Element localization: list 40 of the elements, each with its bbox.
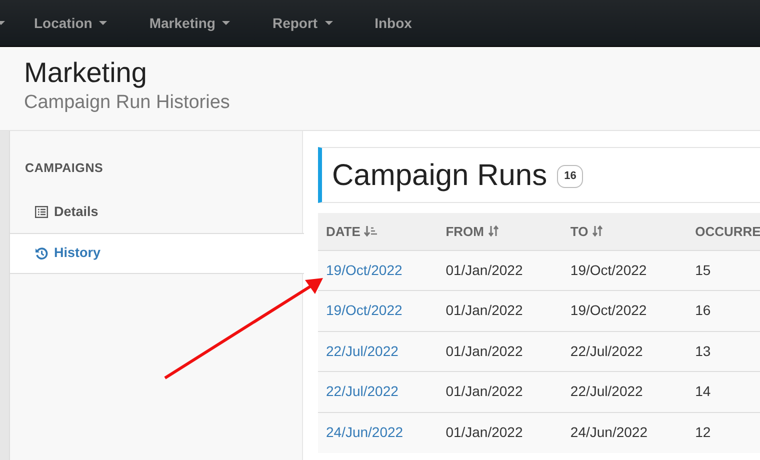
table-cell: 14 [695,383,711,400]
table-cell: 01/Jan/2022 [446,383,523,400]
sidebar-item[interactable]: Details [10,192,302,233]
table-cell: 15 [695,262,711,278]
date-link[interactable]: 22/Jul/2022 [326,383,398,400]
table-cell: 19/Oct/2022 [570,262,647,278]
date-link[interactable]: 22/Jul/2022 [326,342,398,359]
column-header[interactable]: OCCURRE [687,213,760,250]
table-cell: 24/Jun/2022 [570,424,648,440]
table-cell: 13 [695,342,711,359]
table-cell: 22/Jul/2022 [570,383,643,400]
sidebar-item[interactable]: History [10,232,304,274]
panel-title: Campaign Runs [332,158,548,194]
column-header[interactable]: FROM [438,213,562,250]
sort-icon [488,225,499,238]
table-cell: 01/Jan/2022 [446,342,523,359]
table-cell: 01/Jan/2022 [446,302,523,318]
history-icon [35,246,48,260]
table-cell: 01/Jan/2022 [446,424,523,440]
nav-menu-item[interactable]: Marketing [135,12,244,34]
nav-menu-item[interactable]: Report [258,12,347,34]
table-cell: 12 [695,424,711,440]
page-subtitle: Campaign Run Histories [24,91,231,115]
table-cell: 16 [695,302,711,318]
column-header[interactable]: DATE [318,213,438,250]
page-title: Marketing [24,57,148,89]
date-link[interactable]: 19/Oct/2022 [326,262,402,278]
sidebar-heading: CAMPAIGNS [24,160,104,177]
nav-menu-item[interactable]: Inbox [360,12,426,34]
table-cell: 19/Oct/2022 [570,302,647,318]
sort-descending-icon [364,225,378,238]
nav-menu-item[interactable]: Location [20,12,122,34]
count-badge: 16 [557,165,584,188]
date-link[interactable]: 24/Jun/2022 [326,424,404,440]
table-cell: 22/Jul/2022 [570,342,643,359]
column-header[interactable]: TO [562,213,688,250]
date-link[interactable]: 19/Oct/2022 [326,302,402,318]
sort-icon [592,225,604,238]
list-icon [35,206,48,218]
table-cell: 01/Jan/2022 [446,262,523,278]
